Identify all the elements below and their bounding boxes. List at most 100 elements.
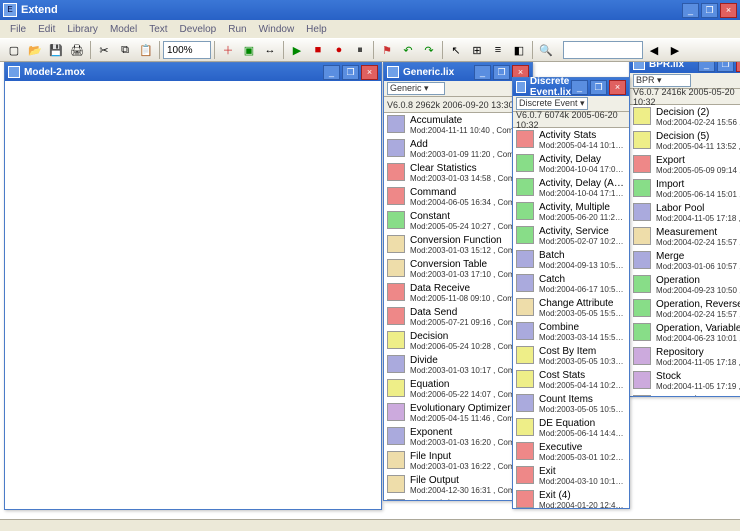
child-maximize-button[interactable]: ❐ bbox=[717, 62, 734, 72]
tool-stop-icon[interactable]: ■ bbox=[308, 40, 328, 60]
tool-connect-icon[interactable]: ↔ bbox=[260, 40, 280, 60]
list-item[interactable]: OperationMod:2004-09-23 10:50 , Comp:200 bbox=[630, 273, 740, 297]
list-item[interactable]: DecisionMod:2006-05-24 10:28 , Comp:200 bbox=[384, 329, 532, 353]
child-minimize-button[interactable]: _ bbox=[474, 65, 491, 80]
tool-grid-icon[interactable]: ⊞ bbox=[467, 40, 487, 60]
list-item[interactable]: Conversion TableMod:2003-01-03 17:10 , C… bbox=[384, 257, 532, 281]
minimize-button[interactable]: _ bbox=[682, 3, 699, 18]
list-item[interactable]: StockMod:2004-11-05 17:19 , Comp:200 bbox=[630, 369, 740, 393]
list-item[interactable]: Operation, ReverseMod:2004-02-24 15:57 ,… bbox=[630, 297, 740, 321]
menu-window[interactable]: Window bbox=[253, 24, 301, 35]
tool-copy-icon[interactable]: ⧉ bbox=[115, 40, 135, 60]
menu-file[interactable]: File bbox=[4, 24, 32, 35]
tool-undo-icon[interactable]: ↶ bbox=[398, 40, 418, 60]
list-item[interactable]: ConstantMod:2005-05-24 10:27 , Comp:200 bbox=[384, 209, 532, 233]
list-item[interactable]: MergeMod:2003-01-06 10:57 , Comp:200 bbox=[630, 249, 740, 273]
list-item[interactable]: Count ItemsMod:2003-05-05 10:54 , Com bbox=[513, 392, 629, 416]
list-item[interactable]: Activity, Delay (Attributes)Mod:2004-10-… bbox=[513, 176, 629, 200]
list-item[interactable]: AccumulateMod:2004-11-11 10:40 , Comp:20… bbox=[384, 113, 532, 137]
child-titlebar[interactable]: Discrete Event.lix_❐× bbox=[513, 78, 629, 96]
tool-plus-icon[interactable]: ＋ bbox=[218, 40, 238, 60]
list-item[interactable]: Clear StatisticsMod:2003-01-03 14:58 , C… bbox=[384, 161, 532, 185]
menu-run[interactable]: Run bbox=[222, 24, 252, 35]
list-item[interactable]: Cost StatsMod:2005-04-14 10:21 , Com bbox=[513, 368, 629, 392]
tool-block-icon[interactable]: ▣ bbox=[239, 40, 259, 60]
list-item[interactable]: Activity StatsMod:2005-04-14 10:19 , Com bbox=[513, 128, 629, 152]
close-button[interactable]: × bbox=[720, 3, 737, 18]
list-item[interactable]: MeasurementMod:2004-02-24 15:57 , Comp:2… bbox=[630, 225, 740, 249]
maximize-button[interactable]: ❐ bbox=[701, 3, 718, 18]
child-minimize-button[interactable]: _ bbox=[698, 62, 715, 72]
list-item[interactable]: CommandMod:2004-06-05 16:34 , Comp:200 bbox=[384, 185, 532, 209]
list-item[interactable]: CatchMod:2004-06-17 10:50 , Com bbox=[513, 272, 629, 296]
list-item[interactable]: CombineMod:2003-03-14 15:56 , Com bbox=[513, 320, 629, 344]
menu-library[interactable]: Library bbox=[61, 24, 104, 35]
tool-save-icon[interactable]: 💾 bbox=[46, 40, 66, 60]
tool-next-icon[interactable]: ▶ bbox=[665, 40, 685, 60]
library-combo[interactable]: Discrete Event ▾ bbox=[516, 97, 588, 110]
child-close-button[interactable]: × bbox=[361, 65, 378, 80]
child-close-button[interactable]: × bbox=[609, 80, 626, 95]
child-maximize-button[interactable]: ❐ bbox=[342, 65, 359, 80]
menu-edit[interactable]: Edit bbox=[32, 24, 61, 35]
menu-develop[interactable]: Develop bbox=[174, 24, 223, 35]
tool-run-icon[interactable]: ▶ bbox=[287, 40, 307, 60]
tool-align-icon[interactable]: ≡ bbox=[488, 40, 508, 60]
child-titlebar[interactable]: Model-2.mox_❐× bbox=[5, 63, 381, 81]
tool-pause-icon[interactable]: ⏸ bbox=[350, 40, 370, 60]
list-item[interactable]: Activity, DelayMod:2004-10-04 17:09 , Co… bbox=[513, 152, 629, 176]
list-item[interactable]: ExponentMod:2003-01-03 16:20 , Comp:200 bbox=[384, 425, 532, 449]
menu-help[interactable]: Help bbox=[300, 24, 333, 35]
child-maximize-button[interactable]: ❐ bbox=[493, 65, 510, 80]
child-minimize-button[interactable]: _ bbox=[323, 65, 340, 80]
list-item[interactable]: Activity, MultipleMod:2005-06-20 11:23 ,… bbox=[513, 200, 629, 224]
menu-text[interactable]: Text bbox=[143, 24, 173, 35]
list-item[interactable]: TransactionMod:2003-06-20 11:17 , Comp:2… bbox=[630, 393, 740, 396]
list-item[interactable]: AddMod:2003-01-09 11:20 , Comp:200 bbox=[384, 137, 532, 161]
list-item[interactable]: Decision (5)Mod:2005-04-11 13:52 , Comp:… bbox=[630, 129, 740, 153]
child-titlebar[interactable]: BPR.lix_❐× bbox=[630, 62, 740, 73]
child-minimize-button[interactable]: _ bbox=[571, 80, 588, 95]
list-item[interactable]: ExportMod:2005-05-09 09:14 , Comp:200 bbox=[630, 153, 740, 177]
tool-cut-icon[interactable]: ✂ bbox=[94, 40, 114, 60]
list-item[interactable]: Evolutionary OptimizerMod:2005-04-15 11:… bbox=[384, 401, 532, 425]
list-item[interactable]: File InputMod:2003-01-03 16:22 , Comp:20… bbox=[384, 449, 532, 473]
library-combo[interactable]: Generic ▾ bbox=[387, 82, 445, 95]
list-item[interactable]: Exit (4)Mod:2004-01-20 12:43 , Com bbox=[513, 488, 629, 508]
list-item[interactable]: EquationMod:2006-05-22 14:07 , Comp:200 bbox=[384, 377, 532, 401]
list-item[interactable]: DivideMod:2003-01-03 10:17 , Comp:200 bbox=[384, 353, 532, 377]
tool-flag-icon[interactable]: ⚑ bbox=[377, 40, 397, 60]
list-item[interactable]: RepositoryMod:2004-11-05 17:18 , Comp:20… bbox=[630, 345, 740, 369]
search-input[interactable] bbox=[563, 41, 643, 59]
tool-paste-icon[interactable]: 📋 bbox=[136, 40, 156, 60]
tool-find-icon[interactable]: 🔍 bbox=[536, 40, 556, 60]
tool-misc-icon[interactable]: ◧ bbox=[509, 40, 529, 60]
library-combo[interactable]: BPR ▾ bbox=[633, 74, 691, 87]
list-item[interactable]: Data ReceiveMod:2005-11-08 09:10 , Comp:… bbox=[384, 281, 532, 305]
tool-open-icon[interactable]: 📂 bbox=[25, 40, 45, 60]
child-close-button[interactable]: × bbox=[736, 62, 740, 72]
list-item[interactable]: Conversion FunctionMod:2003-01-03 15:12 … bbox=[384, 233, 532, 257]
list-item[interactable]: ImportMod:2005-06-14 15:01 , Comp:200 bbox=[630, 177, 740, 201]
list-item[interactable]: Activity, ServiceMod:2005-02-07 10:22 , … bbox=[513, 224, 629, 248]
list-item[interactable]: Labor PoolMod:2004-11-05 17:18 , Comp:20… bbox=[630, 201, 740, 225]
list-item[interactable]: Decision (2)Mod:2004-02-24 15:56 , Comp:… bbox=[630, 105, 740, 129]
list-item[interactable]: BatchMod:2004-09-13 10:53 , Com bbox=[513, 248, 629, 272]
tool-pointer-icon[interactable]: ↖ bbox=[446, 40, 466, 60]
child-titlebar[interactable]: Generic.lix_❐× bbox=[384, 63, 532, 81]
list-item[interactable]: FinancialsMod:2003-01-03 10:24 , Comp:20… bbox=[384, 497, 532, 500]
tool-new-icon[interactable]: ▢ bbox=[4, 40, 24, 60]
list-item[interactable]: Change AttributeMod:2003-05-05 15:53 , C… bbox=[513, 296, 629, 320]
list-item[interactable]: ExecutiveMod:2005-03-01 10:24 , Com bbox=[513, 440, 629, 464]
list-item[interactable]: DE EquationMod:2005-06-14 14:49 , Com bbox=[513, 416, 629, 440]
tool-prev-icon[interactable]: ◀ bbox=[644, 40, 664, 60]
tool-redo-icon[interactable]: ↷ bbox=[419, 40, 439, 60]
zoom-combo[interactable]: 100% bbox=[163, 41, 211, 59]
list-item[interactable]: Data SendMod:2005-07-21 09:16 , Comp:200 bbox=[384, 305, 532, 329]
list-item[interactable]: ExitMod:2004-03-10 10:10 , Com bbox=[513, 464, 629, 488]
tool-print-icon[interactable]: 🖨 bbox=[67, 40, 87, 60]
list-item[interactable]: File OutputMod:2004-12-30 16:31 , Comp:2… bbox=[384, 473, 532, 497]
list-item[interactable]: Operation, VariableMod:2004-06-23 10:01 … bbox=[630, 321, 740, 345]
menu-model[interactable]: Model bbox=[104, 24, 143, 35]
list-item[interactable]: Cost By ItemMod:2003-05-05 10:30 , Com bbox=[513, 344, 629, 368]
